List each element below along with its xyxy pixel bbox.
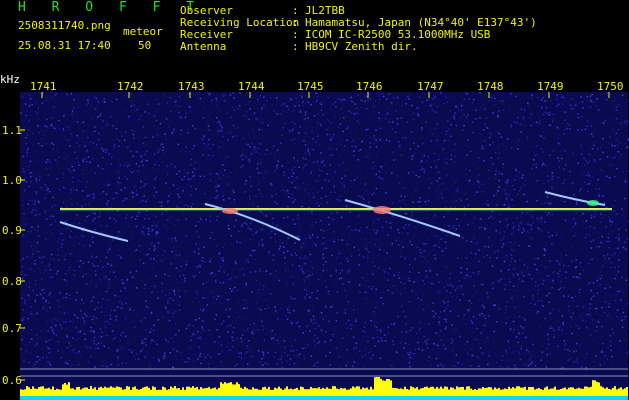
echo-head-3 [587,200,599,206]
capture-datetime: 25.08.31 17:40 [18,39,111,52]
x-tick-label: 1742 [117,80,144,93]
y-tick-label: 1.1 [2,124,22,137]
spectrogram-plot [20,92,629,400]
meteor-label: meteor [123,25,163,38]
y-tick-label: 0.6 [2,374,22,387]
x-tick-label: 1745 [297,80,324,93]
antenna-label: Antenna [180,40,227,53]
y-tick-label: 1.0 [2,174,22,187]
file-name: 2508311740.png [18,19,111,32]
x-tick-label: 1746 [356,80,383,93]
x-tick-label: 1750 [597,80,624,93]
meteor-count: 50 [138,39,152,52]
y-axis-unit: kHz [0,73,20,86]
app-title: H R O F F T [18,0,204,15]
antenna-separator: : [292,40,299,53]
x-tick-label: 1743 [178,80,205,93]
x-tick-label: 1744 [238,80,265,93]
x-tick-label: 1741 [30,80,57,93]
echo-head-2 [373,206,391,214]
y-tick-label: 0.8 [2,275,22,288]
x-tick-label: 1749 [537,80,564,93]
x-tick-label: 1747 [417,80,444,93]
noise-field [20,92,628,392]
spectrogram-window: H R O F F T 2508311740.png 25.08.31 17:4… [0,0,629,400]
echo-head-1 [222,208,238,214]
y-tick-label: 0.7 [2,322,22,335]
antenna-value: HB9CV Zenith dir. [305,40,418,53]
x-tick-label: 1748 [477,80,504,93]
y-tick-label: 0.9 [2,224,22,237]
